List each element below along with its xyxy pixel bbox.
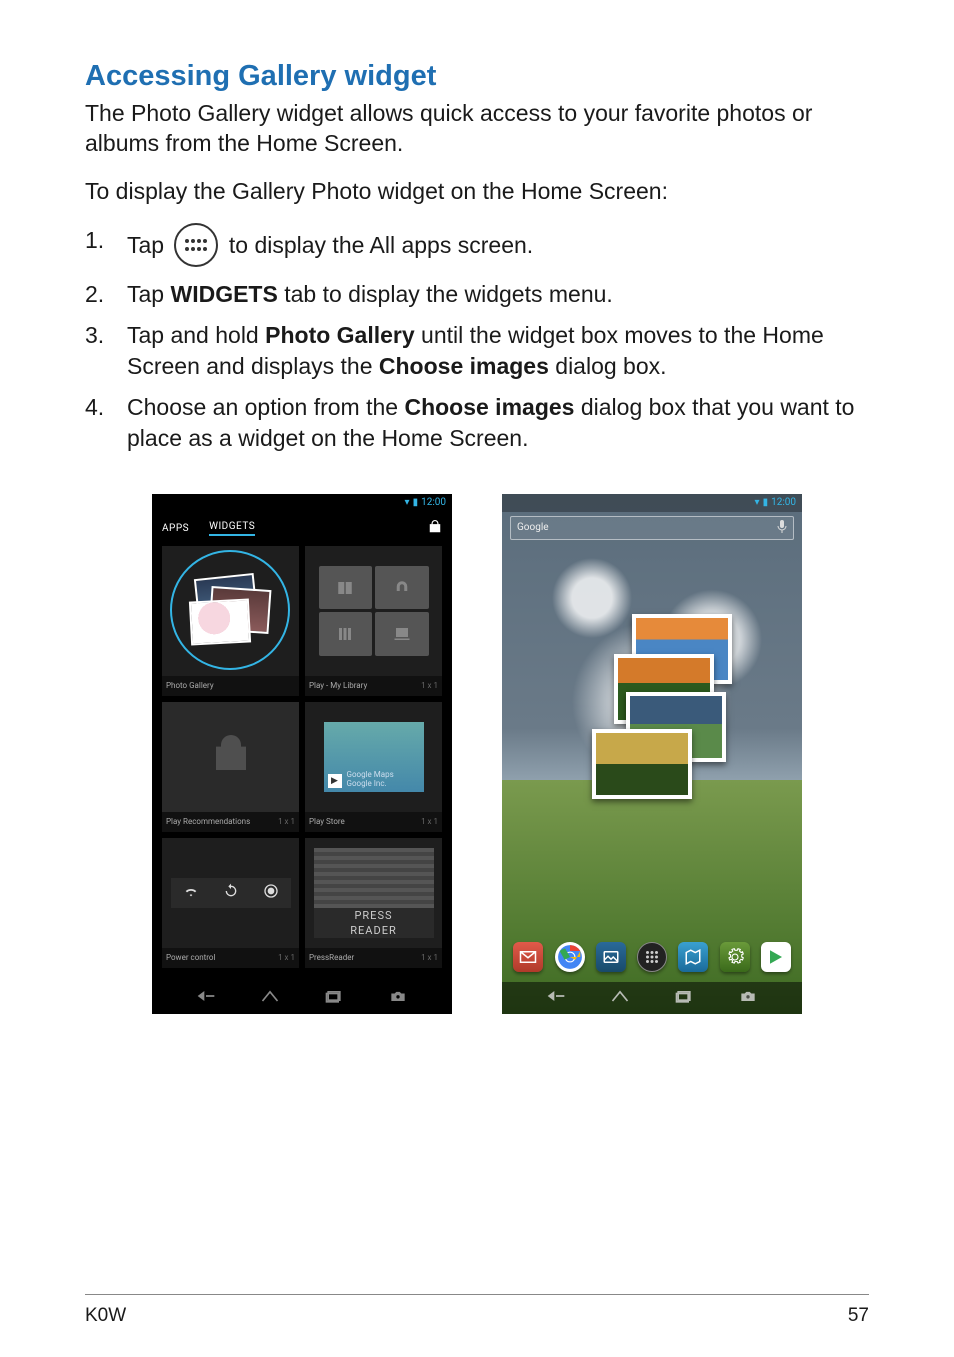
footer-rule	[85, 1294, 869, 1295]
screenshot-icon[interactable]	[738, 988, 758, 1007]
gmail-icon[interactable]	[513, 942, 543, 972]
widget-size: 1 x 1	[421, 953, 438, 962]
google-search-bar[interactable]: Google	[510, 516, 794, 540]
step-1: Tap to display the All apps screen.	[85, 225, 869, 269]
system-nav-bar	[502, 982, 802, 1014]
shop-icon[interactable]	[428, 520, 442, 538]
recents-icon[interactable]	[674, 988, 694, 1007]
step-1-text-b: to display the All apps screen.	[229, 232, 533, 258]
chrome-icon[interactable]	[555, 942, 585, 972]
step-4-bold: Choose images	[404, 394, 574, 420]
step-4: Choose an option from the Choose images …	[85, 392, 869, 454]
footer-page-number: 57	[848, 1305, 869, 1327]
photo-stack-icon	[186, 576, 276, 646]
lead-paragraph: To display the Gallery Photo widget on t…	[85, 177, 869, 207]
gallery-icon[interactable]	[596, 942, 626, 972]
step-4-text-a: Choose an option from the	[127, 394, 404, 420]
intro-paragraph: The Photo Gallery widget allows quick ac…	[85, 99, 869, 159]
battery-icon: ▮	[413, 497, 419, 508]
wifi-icon: ▾	[755, 497, 760, 508]
status-bar: ▾ ▮ 12:00	[152, 494, 452, 512]
all-apps-icon	[174, 223, 218, 267]
steps-list: Tap to display the All apps screen. Tap …	[85, 225, 869, 454]
recents-icon[interactable]	[324, 988, 344, 1007]
sync-toggle-icon	[223, 883, 239, 903]
footer-model: K0W	[85, 1305, 126, 1327]
all-apps-icon[interactable]	[637, 942, 667, 972]
tab-apps[interactable]: APPS	[162, 523, 189, 534]
step-3-text-e: dialog box.	[549, 353, 667, 379]
settings-icon[interactable]	[720, 942, 750, 972]
home-icon[interactable]	[610, 988, 630, 1007]
widgets-grid: Photo Gallery Play - My Library 1 x 1	[162, 546, 442, 974]
widget-label: Power control	[166, 953, 215, 962]
wifi-icon: ▾	[405, 497, 410, 508]
drawer-tabs: APPS WIDGETS	[152, 516, 452, 542]
widget-press-reader[interactable]: PRESS READER PressReader 1 x 1	[305, 838, 442, 968]
search-placeholder: Google	[517, 522, 549, 533]
gallery-widget-instance[interactable]	[592, 614, 722, 794]
tab-widgets[interactable]: WIDGETS	[209, 521, 255, 536]
mic-icon[interactable]	[777, 519, 787, 536]
back-icon[interactable]	[546, 988, 566, 1007]
screenshots-row: ▾ ▮ 12:00 APPS WIDGETS	[85, 494, 869, 1014]
widget-label: Photo Gallery	[166, 681, 214, 690]
step-2-text-c: tab to display the widgets menu.	[278, 281, 613, 307]
widget-play-recommendations[interactable]: Play Recommendations 1 x 1	[162, 702, 299, 832]
status-time: 12:00	[771, 497, 796, 508]
status-time: 12:00	[421, 497, 446, 508]
step-3-bold-2: Choose images	[379, 353, 549, 379]
back-icon[interactable]	[196, 988, 216, 1007]
widget-label: Play Store	[309, 817, 345, 826]
power-control-icon	[171, 878, 291, 908]
widget-label: Play - My Library	[309, 681, 367, 690]
widget-photo-gallery[interactable]: Photo Gallery	[162, 546, 299, 696]
battery-icon: ▮	[763, 497, 769, 508]
home-icon[interactable]	[260, 988, 280, 1007]
step-3-text-a: Tap and hold	[127, 322, 265, 348]
store-inner-sub: Google Inc.	[347, 780, 394, 789]
dock	[502, 934, 802, 980]
play-store-tile-icon: ▶ Google Maps Google Inc.	[324, 722, 424, 792]
widget-size: 1 x 1	[278, 953, 295, 962]
library-tiles-icon	[319, 566, 429, 656]
screenshot-home-screen: ▾ ▮ 12:00 Google	[502, 494, 802, 1014]
page-footer: K0W 57	[85, 1305, 869, 1327]
widget-size: 1 x 1	[278, 817, 295, 826]
widget-size: 1 x 1	[421, 817, 438, 826]
widget-label: PressReader	[309, 953, 354, 962]
widget-label: Play Recommendations	[166, 817, 250, 826]
gps-toggle-icon	[263, 883, 279, 903]
maps-icon[interactable]	[678, 942, 708, 972]
play-bag-icon	[211, 735, 251, 779]
widget-play-store[interactable]: ▶ Google Maps Google Inc. Play Store 1 x …	[305, 702, 442, 832]
step-2-bold: WIDGETS	[170, 281, 277, 307]
press-brand-1: PRESS	[314, 908, 434, 923]
screenshot-widgets-drawer: ▾ ▮ 12:00 APPS WIDGETS	[152, 494, 452, 1014]
photo-thumb	[592, 729, 692, 799]
play-store-icon[interactable]	[761, 942, 791, 972]
step-3: Tap and hold Photo Gallery until the wid…	[85, 320, 869, 382]
document-page: Accessing Gallery widget The Photo Galle…	[0, 0, 954, 1357]
screenshot-icon[interactable]	[388, 988, 408, 1007]
status-bar: ▾ ▮ 12:00	[502, 494, 802, 512]
step-2: Tap WIDGETS tab to display the widgets m…	[85, 279, 869, 310]
widget-size: 1 x 1	[421, 681, 438, 690]
step-2-text-a: Tap	[127, 281, 170, 307]
press-reader-icon: PRESS READER	[314, 848, 434, 938]
section-heading: Accessing Gallery widget	[85, 60, 869, 93]
widget-play-library[interactable]: Play - My Library 1 x 1	[305, 546, 442, 696]
step-1-text-a: Tap	[127, 232, 170, 258]
system-nav-bar	[152, 982, 452, 1014]
widget-power-control[interactable]: Power control 1 x 1	[162, 838, 299, 968]
press-brand-2: READER	[314, 923, 434, 938]
wifi-toggle-icon	[183, 883, 199, 903]
step-3-bold-1: Photo Gallery	[265, 322, 415, 348]
